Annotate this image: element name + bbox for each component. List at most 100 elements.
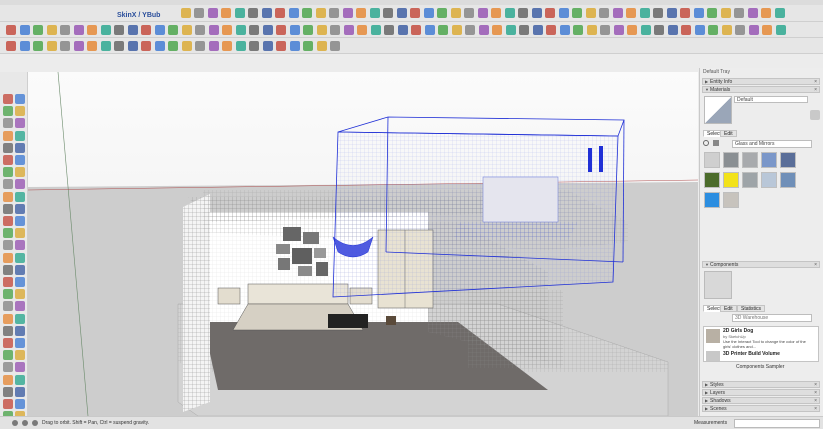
toolbar-tool-icon[interactable] bbox=[235, 25, 246, 35]
materials-edit-tab[interactable]: Edit bbox=[720, 130, 737, 137]
toolbar-tool-icon[interactable] bbox=[315, 8, 326, 18]
tool-icon[interactable] bbox=[3, 277, 13, 287]
toolbar-tool-icon[interactable] bbox=[222, 25, 232, 35]
toolbar-tool-icon[interactable] bbox=[303, 25, 313, 35]
toolbar-tool-icon[interactable] bbox=[194, 8, 204, 18]
toolbar-tool-icon[interactable] bbox=[221, 8, 231, 18]
toolbar-tool-icon[interactable] bbox=[343, 25, 354, 35]
toolbar-tool-icon[interactable] bbox=[289, 25, 300, 35]
toolbar-tool-icon[interactable] bbox=[261, 8, 272, 18]
close-icon[interactable]: × bbox=[814, 398, 817, 404]
styles-panel-header[interactable]: ▶ Styles × bbox=[702, 381, 820, 388]
info-icon[interactable] bbox=[12, 420, 18, 426]
close-icon[interactable]: × bbox=[814, 262, 817, 268]
toolbar-tool-icon[interactable] bbox=[60, 41, 70, 51]
toolbar-tool-icon[interactable] bbox=[60, 25, 70, 35]
tool-icon[interactable] bbox=[15, 325, 25, 336]
model-viewport[interactable] bbox=[28, 72, 698, 416]
tool-icon[interactable] bbox=[3, 240, 13, 251]
toolbar-tool-icon[interactable] bbox=[207, 8, 218, 18]
toolbar-tool-icon[interactable] bbox=[720, 8, 731, 18]
toolbar-tool-icon[interactable] bbox=[73, 25, 84, 35]
scenes-panel-header[interactable]: ▶ Scenes × bbox=[702, 405, 820, 412]
tool-icon[interactable] bbox=[3, 179, 13, 190]
toolbar-tool-icon[interactable] bbox=[774, 8, 785, 18]
toolbar-tool-icon[interactable] bbox=[316, 25, 327, 35]
shadows-panel-header[interactable]: ▶ Shadows × bbox=[702, 397, 820, 404]
toolbar-tool-icon[interactable] bbox=[558, 8, 569, 18]
toolbar-tool-icon[interactable] bbox=[356, 8, 366, 18]
tool-icon[interactable] bbox=[3, 130, 13, 141]
toolbar-tool-icon[interactable] bbox=[180, 8, 191, 18]
toolbar-tool-icon[interactable] bbox=[519, 25, 529, 35]
toolbar-tool-icon[interactable] bbox=[491, 8, 501, 18]
toolbar-tool-icon[interactable] bbox=[518, 8, 528, 18]
material-swatch[interactable] bbox=[742, 172, 758, 188]
credits-icon[interactable] bbox=[32, 420, 38, 426]
tool-icon[interactable] bbox=[3, 167, 13, 178]
toolbar-tool-icon[interactable] bbox=[234, 8, 245, 18]
toolbar-tool-icon[interactable] bbox=[6, 25, 16, 35]
toolbar-tool-icon[interactable] bbox=[100, 25, 111, 35]
toolbar-tool-icon[interactable] bbox=[504, 8, 515, 18]
components-panel-header[interactable]: ▼ Components × bbox=[702, 261, 820, 268]
tool-icon[interactable] bbox=[3, 155, 13, 165]
tool-icon[interactable] bbox=[15, 179, 25, 190]
collection-select[interactable]: Glass and Mirrors bbox=[732, 140, 812, 148]
toolbar-tool-icon[interactable] bbox=[181, 25, 192, 35]
toolbar-tool-icon[interactable] bbox=[33, 41, 43, 51]
toolbar-tool-icon[interactable] bbox=[437, 8, 447, 18]
toolbar-tool-icon[interactable] bbox=[276, 25, 286, 35]
toolbar-tool-icon[interactable] bbox=[208, 41, 219, 51]
toolbar-tool-icon[interactable] bbox=[653, 8, 663, 18]
toolbar-tool-icon[interactable] bbox=[572, 8, 582, 18]
toolbar-tool-icon[interactable] bbox=[545, 8, 555, 18]
toolbar-tool-icon[interactable] bbox=[397, 25, 408, 35]
toolbar-tool-icon[interactable] bbox=[235, 41, 246, 51]
tool-icon[interactable] bbox=[3, 362, 13, 373]
toolbar-tool-icon[interactable] bbox=[100, 41, 111, 51]
components-edit-tab[interactable]: Edit bbox=[720, 305, 737, 312]
tool-icon[interactable] bbox=[3, 338, 13, 348]
tool-icon[interactable] bbox=[15, 142, 25, 153]
toolbar-tool-icon[interactable] bbox=[303, 41, 313, 51]
material-swatch[interactable] bbox=[761, 152, 777, 168]
toolbar-tool-icon[interactable] bbox=[640, 25, 651, 35]
toolbar-tool-icon[interactable] bbox=[423, 8, 434, 18]
back-arrow-icon[interactable] bbox=[703, 140, 709, 146]
toolbar-tool-icon[interactable] bbox=[667, 25, 678, 35]
toolbar-tool-icon[interactable] bbox=[249, 25, 259, 35]
home-icon[interactable] bbox=[713, 140, 719, 146]
tool-icon[interactable] bbox=[15, 277, 25, 287]
material-swatch[interactable] bbox=[723, 172, 739, 188]
tool-icon[interactable] bbox=[3, 203, 13, 214]
tool-icon[interactable] bbox=[15, 118, 25, 129]
material-swatch[interactable] bbox=[780, 172, 796, 188]
close-icon[interactable]: × bbox=[814, 390, 817, 396]
toolbar-tool-icon[interactable] bbox=[46, 25, 57, 35]
close-icon[interactable]: × bbox=[814, 406, 817, 412]
toolbar-tool-icon[interactable] bbox=[383, 8, 393, 18]
tool-icon[interactable] bbox=[3, 191, 13, 202]
toolbar-tool-icon[interactable] bbox=[559, 25, 570, 35]
toolbar-tool-icon[interactable] bbox=[546, 25, 556, 35]
tool-icon[interactable] bbox=[15, 301, 25, 312]
toolbar-tool-icon[interactable] bbox=[411, 25, 421, 35]
tool-icon[interactable] bbox=[15, 167, 25, 178]
toolbar-tool-icon[interactable] bbox=[708, 25, 718, 35]
toolbar-tool-icon[interactable] bbox=[87, 25, 97, 35]
tool-icon[interactable] bbox=[15, 362, 25, 373]
toolbar-tool-icon[interactable] bbox=[478, 25, 489, 35]
tool-icon[interactable] bbox=[15, 130, 25, 141]
close-icon[interactable]: × bbox=[814, 79, 817, 85]
toolbar-tool-icon[interactable] bbox=[666, 8, 677, 18]
tool-icon[interactable] bbox=[15, 228, 25, 239]
material-swatch[interactable] bbox=[780, 152, 796, 168]
toolbar-tool-icon[interactable] bbox=[424, 25, 435, 35]
toolbar-tool-icon[interactable] bbox=[289, 41, 300, 51]
toolbar-tool-icon[interactable] bbox=[275, 8, 285, 18]
toolbar-tool-icon[interactable] bbox=[127, 25, 138, 35]
entity-info-panel-header[interactable]: ▶ Entity Info × bbox=[702, 78, 820, 85]
tool-icon[interactable] bbox=[15, 386, 25, 397]
toolbar-tool-icon[interactable] bbox=[330, 41, 340, 51]
